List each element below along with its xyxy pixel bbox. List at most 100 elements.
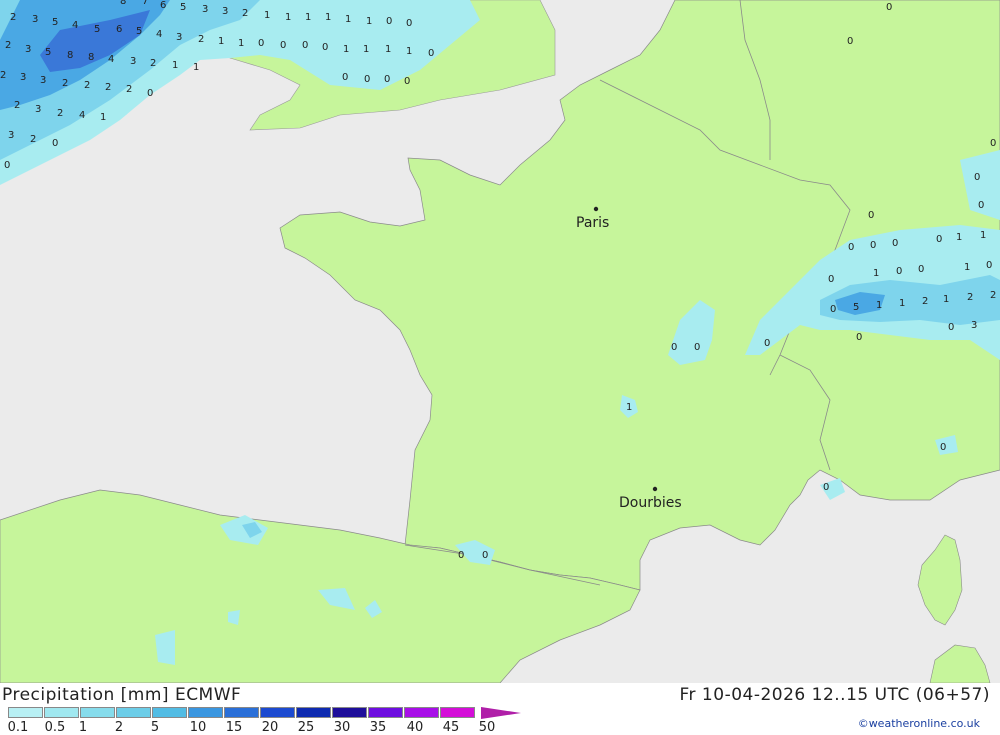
svg-text:4: 4 <box>108 54 114 65</box>
credit-link[interactable]: ©weatheronline.co.uk <box>858 717 980 730</box>
svg-text:2: 2 <box>30 134 36 145</box>
svg-text:0: 0 <box>482 550 488 561</box>
color-legend <box>8 707 476 719</box>
legend-swatch <box>260 707 295 718</box>
svg-text:0: 0 <box>364 74 370 85</box>
svg-text:2: 2 <box>922 296 928 307</box>
svg-text:3: 3 <box>176 32 182 43</box>
svg-text:2: 2 <box>242 8 248 19</box>
svg-text:0: 0 <box>823 482 829 493</box>
svg-text:0: 0 <box>671 342 677 353</box>
svg-text:1: 1 <box>873 268 879 279</box>
legend-swatch <box>332 707 367 718</box>
legend-swatch <box>368 707 403 718</box>
legend-swatch <box>116 707 151 718</box>
svg-text:1: 1 <box>980 230 986 241</box>
svg-text:0: 0 <box>384 74 390 85</box>
svg-text:0: 0 <box>52 138 58 149</box>
svg-text:1: 1 <box>172 60 178 71</box>
svg-text:0: 0 <box>986 260 992 271</box>
svg-text:3: 3 <box>971 320 977 331</box>
legend-swatch <box>296 707 331 718</box>
svg-text:0: 0 <box>280 40 286 51</box>
svg-text:0: 0 <box>918 264 924 275</box>
svg-text:1: 1 <box>956 232 962 243</box>
city-label-paris: Paris <box>576 215 609 231</box>
svg-text:1: 1 <box>305 12 311 23</box>
svg-text:8: 8 <box>67 50 73 61</box>
svg-text:1: 1 <box>385 44 391 55</box>
legend-swatch <box>188 707 223 718</box>
svg-text:1: 1 <box>345 14 351 25</box>
svg-text:1: 1 <box>100 112 106 123</box>
svg-text:3: 3 <box>20 72 26 83</box>
svg-text:0: 0 <box>886 2 892 13</box>
svg-text:3: 3 <box>40 75 46 86</box>
svg-text:0: 0 <box>428 48 434 59</box>
svg-text:0: 0 <box>258 38 264 49</box>
svg-text:5: 5 <box>94 24 100 35</box>
svg-text:1: 1 <box>876 300 882 311</box>
legend-swatch <box>440 707 475 718</box>
svg-text:4: 4 <box>72 20 78 31</box>
forecast-datetime: Fr 10-04-2026 12..15 UTC (06+57) <box>679 685 990 705</box>
svg-text:1: 1 <box>626 402 632 413</box>
svg-text:0: 0 <box>404 76 410 87</box>
svg-text:1: 1 <box>325 12 331 23</box>
svg-text:1: 1 <box>406 46 412 57</box>
svg-text:2: 2 <box>62 78 68 89</box>
svg-text:3: 3 <box>35 104 41 115</box>
map-footer: Precipitation [mm] ECMWF Fr 10-04-2026 1… <box>0 683 1000 735</box>
svg-text:1: 1 <box>193 62 199 73</box>
svg-text:0: 0 <box>386 16 392 27</box>
svg-text:0: 0 <box>848 242 854 253</box>
svg-text:0: 0 <box>990 138 996 149</box>
svg-text:0: 0 <box>856 332 862 343</box>
svg-text:2: 2 <box>967 292 973 303</box>
svg-text:1: 1 <box>285 12 291 23</box>
map-title: Precipitation [mm] ECMWF <box>2 685 242 705</box>
svg-text:1: 1 <box>218 36 224 47</box>
svg-text:6: 6 <box>160 0 166 11</box>
svg-text:1: 1 <box>343 44 349 55</box>
legend-swatch <box>80 707 115 718</box>
svg-text:0: 0 <box>406 18 412 29</box>
svg-text:0: 0 <box>870 240 876 251</box>
svg-text:5: 5 <box>136 26 142 37</box>
svg-text:2: 2 <box>126 84 132 95</box>
svg-text:6: 6 <box>116 24 122 35</box>
city-label-dourbies: Dourbies <box>619 495 682 511</box>
legend-ticks: 0.1 0.5 1 2 5 10 15 20 25 30 35 40 45 50 <box>0 720 520 735</box>
svg-text:0: 0 <box>847 36 853 47</box>
svg-text:2: 2 <box>10 12 16 23</box>
svg-text:0: 0 <box>4 160 10 171</box>
svg-text:4: 4 <box>79 110 85 121</box>
svg-text:1: 1 <box>964 262 970 273</box>
legend-swatch <box>44 707 79 718</box>
legend-swatch <box>224 707 259 718</box>
svg-text:1: 1 <box>363 44 369 55</box>
svg-text:0: 0 <box>694 342 700 353</box>
svg-text:2: 2 <box>990 290 996 301</box>
svg-text:8: 8 <box>88 52 94 63</box>
svg-text:5: 5 <box>45 47 51 58</box>
precipitation-map: 2 3 5 4 8 7 6 5 3 3 2 1 1 1 1 1 1 0 0 5 6 5 4 3 2 1 1 0 0 0 0 1… <box>0 0 1000 683</box>
svg-text:0: 0 <box>896 266 902 277</box>
svg-text:2: 2 <box>198 34 204 45</box>
city-marker <box>593 206 599 212</box>
svg-text:3: 3 <box>25 44 31 55</box>
svg-text:5: 5 <box>180 2 186 13</box>
svg-text:3: 3 <box>8 130 14 141</box>
svg-text:1: 1 <box>238 38 244 49</box>
svg-text:0: 0 <box>458 550 464 561</box>
svg-text:1: 1 <box>899 298 905 309</box>
svg-text:1: 1 <box>366 16 372 27</box>
svg-text:5: 5 <box>52 17 58 28</box>
svg-text:0: 0 <box>974 172 980 183</box>
svg-text:0: 0 <box>892 238 898 249</box>
precip-spain-6 <box>155 630 175 665</box>
svg-text:0: 0 <box>830 304 836 315</box>
svg-text:1: 1 <box>943 294 949 305</box>
svg-text:0: 0 <box>978 200 984 211</box>
svg-text:3: 3 <box>202 4 208 15</box>
